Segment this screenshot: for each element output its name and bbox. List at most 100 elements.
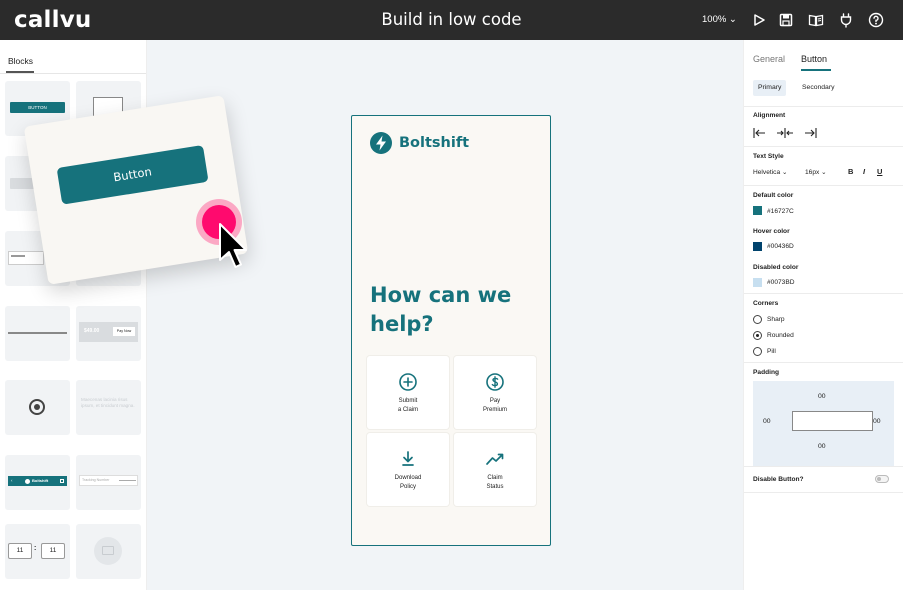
hover-color-label: Hover color	[753, 228, 790, 235]
tab-underline	[801, 69, 831, 71]
chevron-left-icon: ‹	[11, 478, 13, 483]
hour-preview: 11	[8, 543, 32, 559]
corner-option-pill: Pill	[767, 348, 776, 355]
card-submit-claim[interactable]: Submit a Claim	[367, 356, 449, 429]
header-preview-brand: Boltshift	[32, 478, 49, 483]
hover-color-value[interactable]: #00436D	[767, 243, 794, 250]
variant-primary[interactable]: Primary	[753, 80, 787, 96]
divider	[744, 185, 903, 186]
time-separator: :	[34, 545, 37, 552]
save-icon[interactable]	[778, 12, 794, 28]
default-color-label: Default color	[753, 192, 794, 199]
divider	[744, 146, 903, 147]
radio-sharp[interactable]	[753, 315, 762, 324]
corner-option-rounded: Rounded	[767, 332, 794, 339]
phone-preview[interactable]: Boltshift How can we help? Submit a Claim…	[351, 115, 551, 546]
card-label: Pay Premium	[482, 398, 507, 413]
disabled-color-swatch[interactable]	[753, 278, 762, 287]
padding-editor: 00 00 00 00	[753, 381, 894, 466]
payment-preview: $49.00 Pay Now	[79, 322, 138, 342]
padding-top-input[interactable]: 00	[818, 393, 826, 400]
divider	[0, 73, 146, 74]
paragraph-preview: Maecenas lacinia risus ipsum, et tincidu…	[81, 397, 135, 408]
padding-label: Padding	[753, 369, 780, 376]
underline-button[interactable]: U	[877, 167, 882, 176]
radio-rounded[interactable]	[753, 331, 762, 340]
block-tile-header[interactable]: ‹ Boltshift	[5, 455, 70, 510]
font-select[interactable]: Helvetica ⌄	[753, 168, 787, 176]
corner-option-sharp: Sharp	[767, 316, 785, 323]
block-tile-payment[interactable]: $49.00 Pay Now	[76, 306, 141, 361]
card-download-policy[interactable]: Download Policy	[367, 433, 449, 506]
play-icon[interactable]	[751, 12, 767, 28]
top-bar: callvu Build in low code 100% ⌄	[0, 0, 903, 40]
app-title: Build in low code	[381, 10, 522, 29]
trend-icon	[486, 453, 504, 465]
disable-button-toggle[interactable]	[875, 475, 889, 483]
page-headline: How can we help?	[370, 283, 512, 336]
properties-panel: General Button Primary Secondary Alignme…	[743, 40, 903, 590]
tab-general[interactable]: General	[753, 54, 785, 64]
variant-secondary[interactable]: Secondary	[797, 80, 840, 96]
input-preview-line	[11, 255, 25, 257]
block-tile-chat[interactable]	[76, 524, 141, 579]
book-icon[interactable]	[808, 12, 824, 28]
tab-blocks[interactable]: Blocks	[8, 56, 33, 66]
disabled-color-value[interactable]: #0073BD	[767, 279, 795, 286]
header-preview: ‹ Boltshift	[8, 476, 67, 486]
padding-bottom-input[interactable]: 00	[818, 443, 826, 450]
plus-circle-icon	[399, 373, 417, 391]
padding-content-box	[792, 411, 873, 431]
alignment-label: Alignment	[753, 112, 786, 119]
field-preview: Tracking Number	[79, 475, 138, 486]
chat-icon	[94, 537, 122, 565]
block-tile-radio[interactable]	[5, 380, 70, 435]
align-left-icon[interactable]	[753, 128, 767, 138]
default-color-value[interactable]: #16727C	[767, 208, 794, 215]
button-preview: BUTTON	[10, 102, 65, 113]
default-color-swatch[interactable]	[753, 206, 762, 215]
divider	[744, 293, 903, 294]
card-label: Download Policy	[394, 475, 422, 490]
bold-button[interactable]: B	[848, 167, 853, 176]
hover-color-swatch[interactable]	[753, 242, 762, 251]
menu-icon	[60, 479, 64, 483]
minute-preview: 11	[41, 543, 65, 559]
block-tile-paragraph[interactable]: Maecenas lacinia risus ipsum, et tincidu…	[76, 380, 141, 435]
card-label: Submit a Claim	[397, 398, 419, 413]
divider	[744, 362, 903, 363]
brand-name: Boltshift	[399, 135, 470, 151]
text-style-label: Text Style	[753, 153, 784, 160]
dollar-circle-icon	[486, 373, 504, 391]
dragged-button: Button	[56, 144, 209, 205]
disable-button-label: Disable Button?	[753, 476, 804, 483]
padding-left-input[interactable]: 00	[763, 418, 771, 425]
radio-pill[interactable]	[753, 347, 762, 356]
radio-preview	[29, 399, 45, 415]
card-label: Claim Status	[486, 475, 504, 490]
italic-button[interactable]: I	[863, 167, 865, 176]
input-preview	[8, 251, 44, 265]
card-claim-status[interactable]: Claim Status	[454, 433, 536, 506]
padding-right-input[interactable]: 00	[873, 418, 881, 425]
disabled-color-label: Disabled color	[753, 264, 799, 271]
block-tile-time[interactable]: 11 : 11	[5, 524, 70, 579]
corners-label: Corners	[753, 300, 779, 307]
zoom-select[interactable]: 100% ⌄	[702, 14, 737, 25]
mouse-cursor-icon	[219, 223, 247, 268]
font-size-select[interactable]: 16px ⌄	[805, 168, 827, 176]
align-center-icon[interactable]	[777, 128, 793, 138]
bolt-icon	[370, 132, 392, 154]
divider	[744, 106, 903, 107]
block-tile-divider[interactable]	[5, 306, 70, 361]
help-icon[interactable]	[868, 12, 884, 28]
dragged-block-card[interactable]: Button	[23, 95, 249, 285]
tab-button[interactable]: Button	[801, 54, 827, 64]
align-right-icon[interactable]	[803, 128, 817, 138]
card-pay-premium[interactable]: Pay Premium	[454, 356, 536, 429]
plug-icon[interactable]	[838, 12, 854, 28]
divider	[744, 466, 903, 467]
divider	[744, 492, 903, 493]
divider-preview	[8, 332, 67, 334]
block-tile-field[interactable]: Tracking Number	[76, 455, 141, 510]
